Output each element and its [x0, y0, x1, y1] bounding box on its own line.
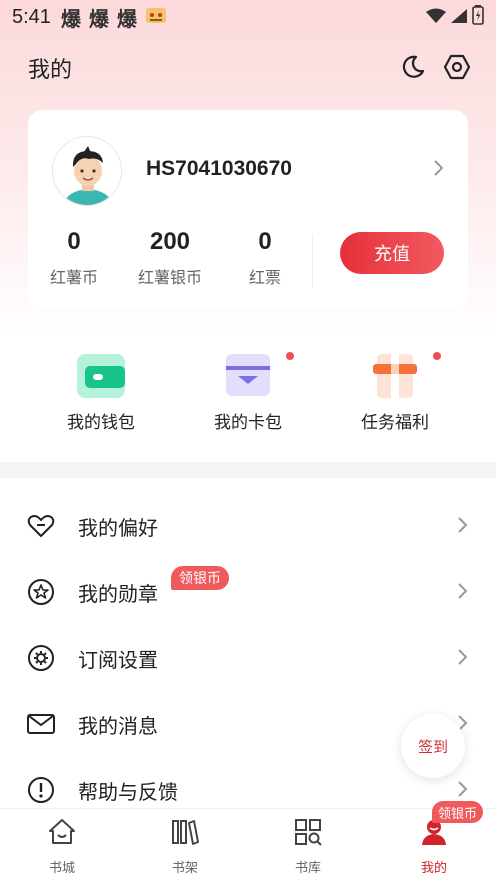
battery-icon [472, 5, 484, 30]
quick-action-label: 我的钱包 [67, 413, 135, 433]
tab-library[interactable]: 书库 [268, 817, 348, 876]
notification-app-icon: 爆 [88, 6, 109, 31]
silver-coin-badge: 领银币 [432, 801, 484, 823]
library-grid-icon [293, 817, 323, 847]
medal-icon [26, 577, 56, 607]
wifi-icon [426, 7, 446, 29]
mail-icon [26, 709, 56, 739]
status-time: 5:41 [12, 5, 51, 28]
home-icon [47, 817, 77, 847]
menu-label: 我的消息 [78, 714, 158, 738]
divider [312, 234, 313, 288]
silver-coin-badge: 领银币 [171, 566, 229, 590]
menu-label: 帮助与反馈 [78, 780, 178, 804]
recharge-button[interactable]: 充值 [340, 232, 444, 274]
heart-icon [26, 511, 56, 541]
menu-label: 订阅设置 [78, 648, 158, 672]
chevron-right-icon [456, 780, 468, 798]
moon-icon[interactable] [398, 52, 428, 82]
chevron-right-icon [456, 648, 468, 666]
stat-silver-coins[interactable]: 200 红薯银币 [132, 228, 208, 288]
section-divider [0, 462, 496, 478]
quick-action-wallet[interactable]: 我的钱包 [36, 352, 166, 433]
tab-bookstore[interactable]: 书城 [22, 817, 102, 876]
menu-label: 我的偏好 [78, 516, 158, 540]
notification-dot [433, 352, 441, 360]
tab-label: 我的 [420, 861, 447, 876]
chevron-right-icon[interactable] [430, 158, 446, 178]
bookshelf-icon [170, 817, 200, 847]
menu-item-preferences[interactable]: 我的偏好 [0, 492, 496, 558]
chevron-right-icon [456, 582, 468, 600]
check-in-button[interactable]: 签到 [401, 714, 465, 778]
profile-card: HS7041030670 0 红薯币 200 红薯银币 0 红票 充值 [28, 110, 468, 308]
stat-value: 0 [258, 228, 272, 255]
wallet-icon [77, 352, 125, 398]
chevron-right-icon [456, 516, 468, 534]
page-header: 我的 [28, 50, 472, 84]
tab-label: 书库 [294, 861, 321, 876]
signal-icon [450, 7, 468, 29]
stat-label: 红薯银币 [137, 268, 202, 287]
avatar[interactable] [52, 136, 122, 206]
quick-action-card-pack[interactable]: 我的卡包 [183, 352, 313, 433]
stat-value: 0 [67, 228, 81, 255]
quick-action-task-rewards[interactable]: 任务福利 [330, 352, 460, 433]
notification-app-icon: 爆 [116, 6, 137, 31]
page-title: 我的 [28, 58, 73, 83]
stat-value: 200 [149, 228, 191, 255]
stat-tickets[interactable]: 0 红票 [240, 228, 290, 288]
settings-icon[interactable] [442, 52, 472, 82]
stat-coins[interactable]: 0 红薯币 [46, 228, 102, 288]
tab-label: 书架 [171, 861, 198, 876]
quick-action-label: 任务福利 [361, 413, 429, 433]
bottom-nav: 书城 书架 书库 我的 [0, 808, 496, 882]
menu-item-medals[interactable]: 我的勋章 [0, 558, 496, 624]
card-pack-icon [224, 352, 272, 398]
menu-label: 我的勋章 [78, 582, 158, 606]
username[interactable]: HS7041030670 [146, 157, 292, 181]
tab-bookshelf[interactable]: 书架 [145, 817, 225, 876]
status-bar: 5:41 爆 爆 爆 [0, 0, 496, 34]
notification-app-icon: 爆 [60, 6, 81, 31]
notification-emoji-icon [145, 5, 167, 30]
gift-icon [371, 352, 419, 398]
tab-profile[interactable]: 我的 [394, 817, 474, 876]
tab-label: 书城 [48, 861, 75, 876]
gear-icon [26, 643, 56, 673]
menu-item-subscription-settings[interactable]: 订阅设置 [0, 624, 496, 690]
notification-dot [286, 352, 294, 360]
stat-label: 红薯币 [49, 268, 98, 287]
quick-action-label: 我的卡包 [214, 413, 282, 433]
help-icon [26, 775, 56, 805]
stat-label: 红票 [248, 268, 281, 287]
